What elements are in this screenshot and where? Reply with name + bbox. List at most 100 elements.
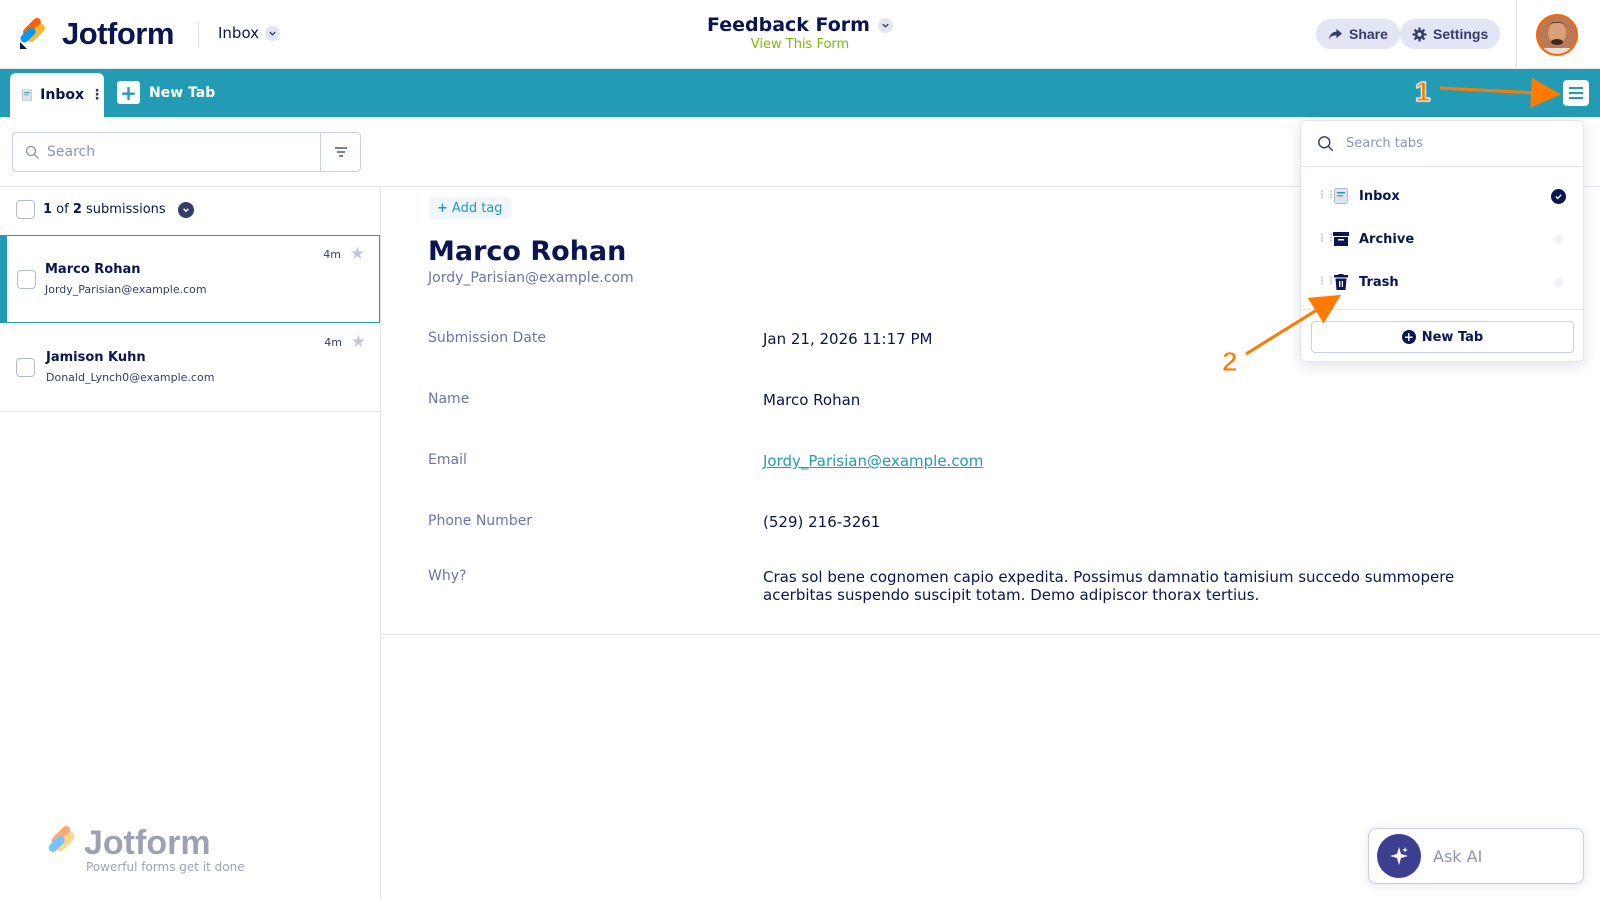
submission-email: Donald_Lynch0@example.com xyxy=(46,371,215,384)
jotform-logo-icon xyxy=(20,18,45,49)
avatar-divider xyxy=(1516,0,1517,69)
submission-item[interactable]: Marco Rohan Jordy_Parisian@example.com 4… xyxy=(0,235,380,323)
submission-item[interactable]: Jamison Kuhn Donald_Lynch0@example.com 4… xyxy=(0,324,380,412)
email-link[interactable]: Jordy_Parisian@example.com xyxy=(763,452,983,470)
tab-options-icon[interactable]: ⋮ xyxy=(90,87,104,103)
chevron-down-icon xyxy=(877,17,893,33)
drag-handle-icon[interactable]: ⋮⋮ xyxy=(1317,191,1336,201)
filter-button[interactable] xyxy=(320,133,360,171)
tabs-menu-new-tab-label: New Tab xyxy=(1421,329,1484,345)
submitter-name: Marco Rohan xyxy=(428,236,627,267)
detail-divider xyxy=(381,634,1600,635)
search-icon xyxy=(25,145,39,159)
trash-icon xyxy=(1333,274,1349,290)
view-form-link[interactable]: View This Form xyxy=(640,37,960,52)
archive-icon xyxy=(1333,231,1349,247)
tabs-menu-item-trash[interactable]: ⋮⋮ Trash xyxy=(1301,267,1583,297)
submission-time: 4m xyxy=(323,248,341,261)
gear-icon xyxy=(1412,26,1427,42)
chevron-down-icon[interactable] xyxy=(177,201,194,218)
tabs-dropdown: ⋮⋮ Inbox ⋮⋮ Archive ⋮⋮ Trash + New Tab xyxy=(1300,120,1584,362)
tabs-menu-item-inbox[interactable]: ⋮⋮ Inbox xyxy=(1301,181,1583,211)
field-value: Jordy_Parisian@example.com xyxy=(763,452,1503,470)
inbox-switcher[interactable]: Inbox xyxy=(218,24,281,42)
jotform-logo-icon xyxy=(48,826,75,853)
select-all-checkbox[interactable] xyxy=(16,200,35,219)
filter-icon xyxy=(334,147,347,157)
column-divider xyxy=(380,187,381,900)
star-icon[interactable]: ★ xyxy=(350,244,365,264)
share-button-label: Share xyxy=(1349,26,1388,42)
header-divider xyxy=(198,22,199,48)
status-dot xyxy=(1554,234,1563,244)
drag-handle-icon[interactable]: ⋮⋮ xyxy=(1317,277,1336,287)
tabs-menu-new-tab-button[interactable]: + New Tab xyxy=(1311,321,1574,353)
annotation-number: 2 xyxy=(1222,346,1239,378)
star-icon[interactable]: ★ xyxy=(351,332,366,352)
field-label: Phone Number xyxy=(428,513,533,529)
user-avatar[interactable] xyxy=(1536,14,1578,56)
ask-ai-label: Ask AI xyxy=(1433,846,1483,866)
submission-time: 4m xyxy=(324,336,342,349)
form-title-text: Feedback Form xyxy=(707,14,870,36)
avatar-photo xyxy=(1538,16,1576,54)
share-button[interactable]: Share xyxy=(1316,19,1400,49)
submission-name: Marco Rohan xyxy=(45,262,141,277)
search-input[interactable] xyxy=(39,133,320,171)
inbox-icon xyxy=(1333,188,1349,204)
watermark-brand: Jotform xyxy=(84,824,211,862)
jotform-logo[interactable]: Jotform xyxy=(18,16,174,52)
plus-icon: + xyxy=(117,81,140,104)
tabs-menu-item-archive[interactable]: ⋮⋮ Archive xyxy=(1301,224,1583,254)
watermark-tagline: Powerful forms get it done xyxy=(86,860,245,874)
new-tab-button[interactable]: + New Tab xyxy=(117,81,215,104)
field-label: Why? xyxy=(428,568,467,584)
top-header: Jotform Inbox Feedback Form View This Fo… xyxy=(0,0,1600,69)
field-label: Email xyxy=(428,452,467,468)
chevron-down-icon xyxy=(265,25,281,41)
form-title-block: Feedback Form View This Form xyxy=(640,14,960,52)
tabs-search-input[interactable] xyxy=(1346,136,1583,151)
settings-button-label: Settings xyxy=(1433,26,1489,42)
sparkle-icon xyxy=(1377,834,1421,878)
search-icon xyxy=(1318,136,1334,152)
submission-checkbox[interactable] xyxy=(16,358,35,377)
form-title[interactable]: Feedback Form xyxy=(707,14,893,36)
annotation-number: 1 xyxy=(1415,76,1432,108)
tab-inbox-label: Inbox xyxy=(40,87,84,103)
brand-name: Jotform xyxy=(62,16,174,51)
drag-handle-icon[interactable]: ⋮⋮ xyxy=(1317,234,1336,244)
tabs-menu-item-label: Trash xyxy=(1359,274,1399,290)
submission-count-text: 1 of 2 submissions xyxy=(43,202,166,217)
submission-email: Jordy_Parisian@example.com xyxy=(45,283,207,296)
field-label: Submission Date xyxy=(428,330,547,346)
search-field xyxy=(12,132,361,172)
tabs-menu-item-label: Archive xyxy=(1359,231,1415,247)
check-icon xyxy=(1551,188,1566,204)
tabs-menu-button[interactable] xyxy=(1563,80,1589,106)
tabs-menu-divider xyxy=(1301,309,1583,310)
tab-inbox[interactable]: Inbox ⋮ xyxy=(10,73,104,117)
share-icon xyxy=(1329,28,1342,40)
status-dot xyxy=(1554,277,1563,287)
plus-icon: + xyxy=(1401,330,1416,344)
new-tab-label: New Tab xyxy=(149,84,216,101)
submission-count: 1 of 2 submissions xyxy=(16,200,194,219)
settings-button[interactable]: Settings xyxy=(1400,19,1501,49)
field-label: Name xyxy=(428,391,470,407)
submitter-email: Jordy_Parisian@example.com xyxy=(428,270,634,286)
field-value: Marco Rohan xyxy=(763,391,861,409)
add-tag-button[interactable]: + Add tag xyxy=(429,197,511,219)
ask-ai-button[interactable]: Ask AI xyxy=(1368,828,1584,884)
tabs-menu-item-label: Inbox xyxy=(1359,188,1400,204)
plus-icon: + xyxy=(437,200,448,216)
field-value: (529) 216-3261 xyxy=(763,513,881,531)
submission-name: Jamison Kuhn xyxy=(46,350,146,365)
inbox-switcher-label: Inbox xyxy=(218,24,260,42)
field-value: Cras sol bene cognomen capio expedita. P… xyxy=(763,568,1455,604)
inbox-icon xyxy=(22,89,33,101)
tabs-search-field xyxy=(1301,121,1583,167)
tab-bar: Inbox ⋮ + New Tab xyxy=(0,69,1600,117)
submission-checkbox[interactable] xyxy=(17,270,36,289)
hamburger-icon xyxy=(1569,87,1583,89)
